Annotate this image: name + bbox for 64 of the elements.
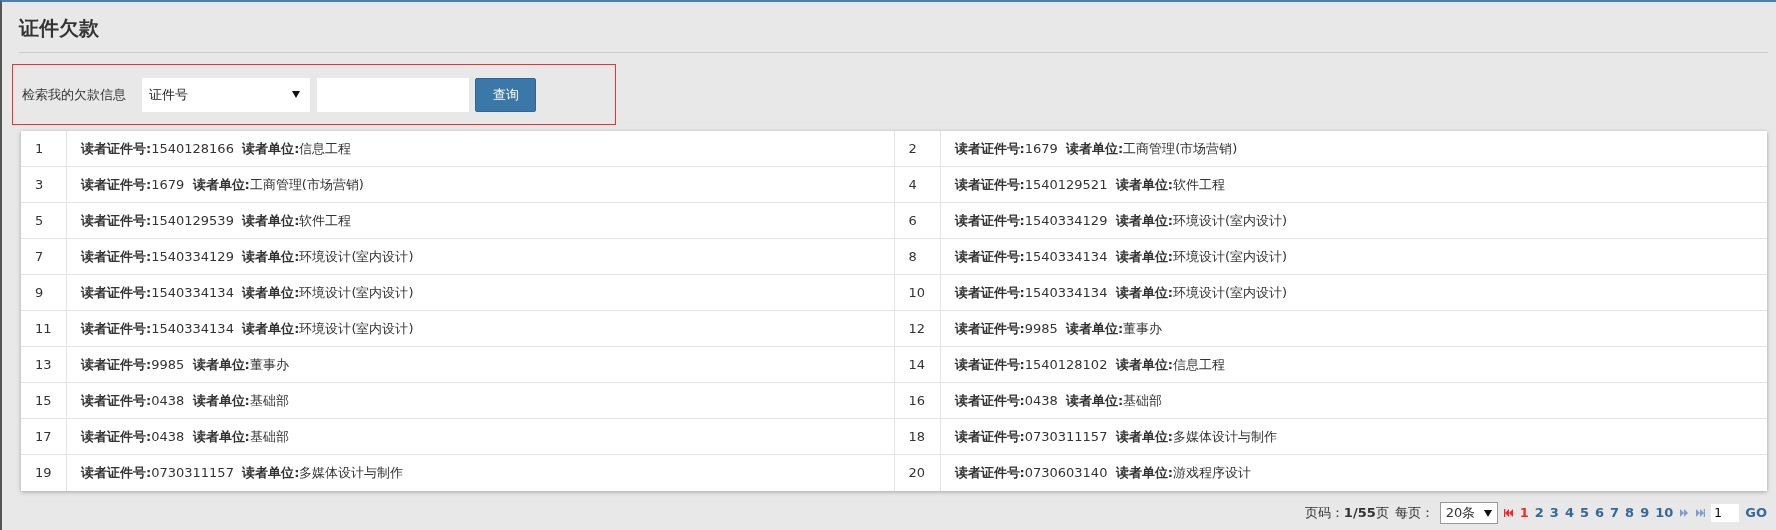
- row-number: 18: [894, 419, 941, 454]
- page-link[interactable]: 4: [1564, 503, 1574, 523]
- row-number: 3: [21, 167, 67, 202]
- row-number: 6: [894, 203, 941, 238]
- row-number: 8: [894, 239, 941, 274]
- field-select[interactable]: 证件号: [142, 77, 310, 112]
- table-cell-text: 读者证件号:0730311157 读者单位:多媒体设计与制作: [953, 427, 1278, 446]
- next-page-icon[interactable]: [1679, 509, 1690, 517]
- row-number: 13: [21, 347, 67, 382]
- table-cell: 读者证件号:0438 读者单位:基础部: [67, 419, 895, 454]
- per-page-label: 每页：: [1394, 504, 1434, 523]
- page-link[interactable]: 8: [1625, 503, 1635, 523]
- table-cell-text: 读者证件号:0730603140 读者单位:游戏程序设计: [953, 464, 1252, 483]
- table-cell-text: 读者证件号:0438 读者单位:基础部: [953, 391, 1164, 410]
- search-label: 检索我的欠款信息: [22, 85, 126, 104]
- table-cell: 读者证件号:1540128166 读者单位:信息工程: [67, 131, 895, 166]
- table-cell: 读者证件号:0730311157 读者单位:多媒体设计与制作: [67, 455, 895, 491]
- table-cell-text: 读者证件号:9985 读者单位:董事办: [953, 319, 1164, 338]
- table-cell: 读者证件号:1679 读者单位:工商管理(市场营销): [67, 167, 895, 202]
- row-number: 20: [894, 455, 941, 491]
- table-cell-text: 读者证件号:1540129521 读者单位:软件工程: [953, 175, 1226, 194]
- page-link[interactable]: 6: [1595, 503, 1605, 523]
- first-page-icon[interactable]: [1503, 509, 1514, 517]
- row-number: 14: [894, 347, 941, 382]
- page-link[interactable]: 3: [1549, 503, 1559, 523]
- table-cell-text: 读者证件号:1540334134 读者单位:环境设计(室内设计): [953, 283, 1289, 302]
- per-page-select[interactable]: 20条: [1439, 502, 1498, 524]
- page-info: 页码：1/55页: [1304, 504, 1389, 523]
- row-number: 15: [21, 383, 67, 418]
- row-number: 10: [894, 275, 941, 310]
- page-link[interactable]: 7: [1610, 503, 1620, 523]
- table-cell-text: 读者证件号:1540128102 读者单位:信息工程: [953, 355, 1226, 374]
- last-page-icon[interactable]: [1695, 509, 1706, 517]
- table-cell: 读者证件号:1540334134 读者单位:环境设计(室内设计): [67, 311, 895, 346]
- page-link[interactable]: 1: [1519, 503, 1529, 523]
- table-cell: 读者证件号:9985 读者单位:董事办: [67, 347, 895, 382]
- row-number: 16: [894, 383, 941, 418]
- go-link[interactable]: GO: [1745, 503, 1767, 523]
- row-number: 11: [21, 311, 67, 346]
- page-input[interactable]: 1: [1711, 504, 1740, 522]
- table-cell-text: 读者证件号:1679 读者单位:工商管理(市场营销): [953, 139, 1239, 158]
- table-cell: 读者证件号:1540334129 读者单位:环境设计(室内设计): [67, 239, 895, 274]
- row-number: 9: [21, 275, 67, 310]
- row-number: 1: [21, 131, 67, 166]
- table-cell: 读者证件号:1540129539 读者单位:软件工程: [67, 203, 895, 238]
- page-title: 证件欠款: [17, 15, 100, 42]
- row-number: 7: [21, 239, 67, 274]
- row-number: 5: [21, 203, 67, 238]
- query-button[interactable]: 查询: [475, 77, 536, 112]
- table-cell: 读者证件号:0438 读者单位:基础部: [67, 383, 895, 418]
- table-cell-text: 读者证件号:1540334134 读者单位:环境设计(室内设计): [953, 247, 1289, 266]
- row-number: 2: [894, 131, 941, 166]
- caret-icon: [292, 91, 300, 98]
- page-link[interactable]: 5: [1579, 503, 1589, 523]
- table-cell: 读者证件号:1540334134 读者单位:环境设计(室内设计): [67, 275, 895, 310]
- row-number: 4: [894, 167, 941, 202]
- row-number: 19: [21, 455, 67, 491]
- page-link[interactable]: 9: [1640, 503, 1650, 523]
- row-number: 12: [894, 311, 941, 346]
- page-link[interactable]: 2: [1534, 503, 1544, 523]
- caret-icon: [1483, 509, 1492, 517]
- row-number: 17: [21, 419, 67, 454]
- page-link[interactable]: 10: [1655, 503, 1674, 523]
- table-cell-text: 读者证件号:1540334129 读者单位:环境设计(室内设计): [953, 211, 1289, 230]
